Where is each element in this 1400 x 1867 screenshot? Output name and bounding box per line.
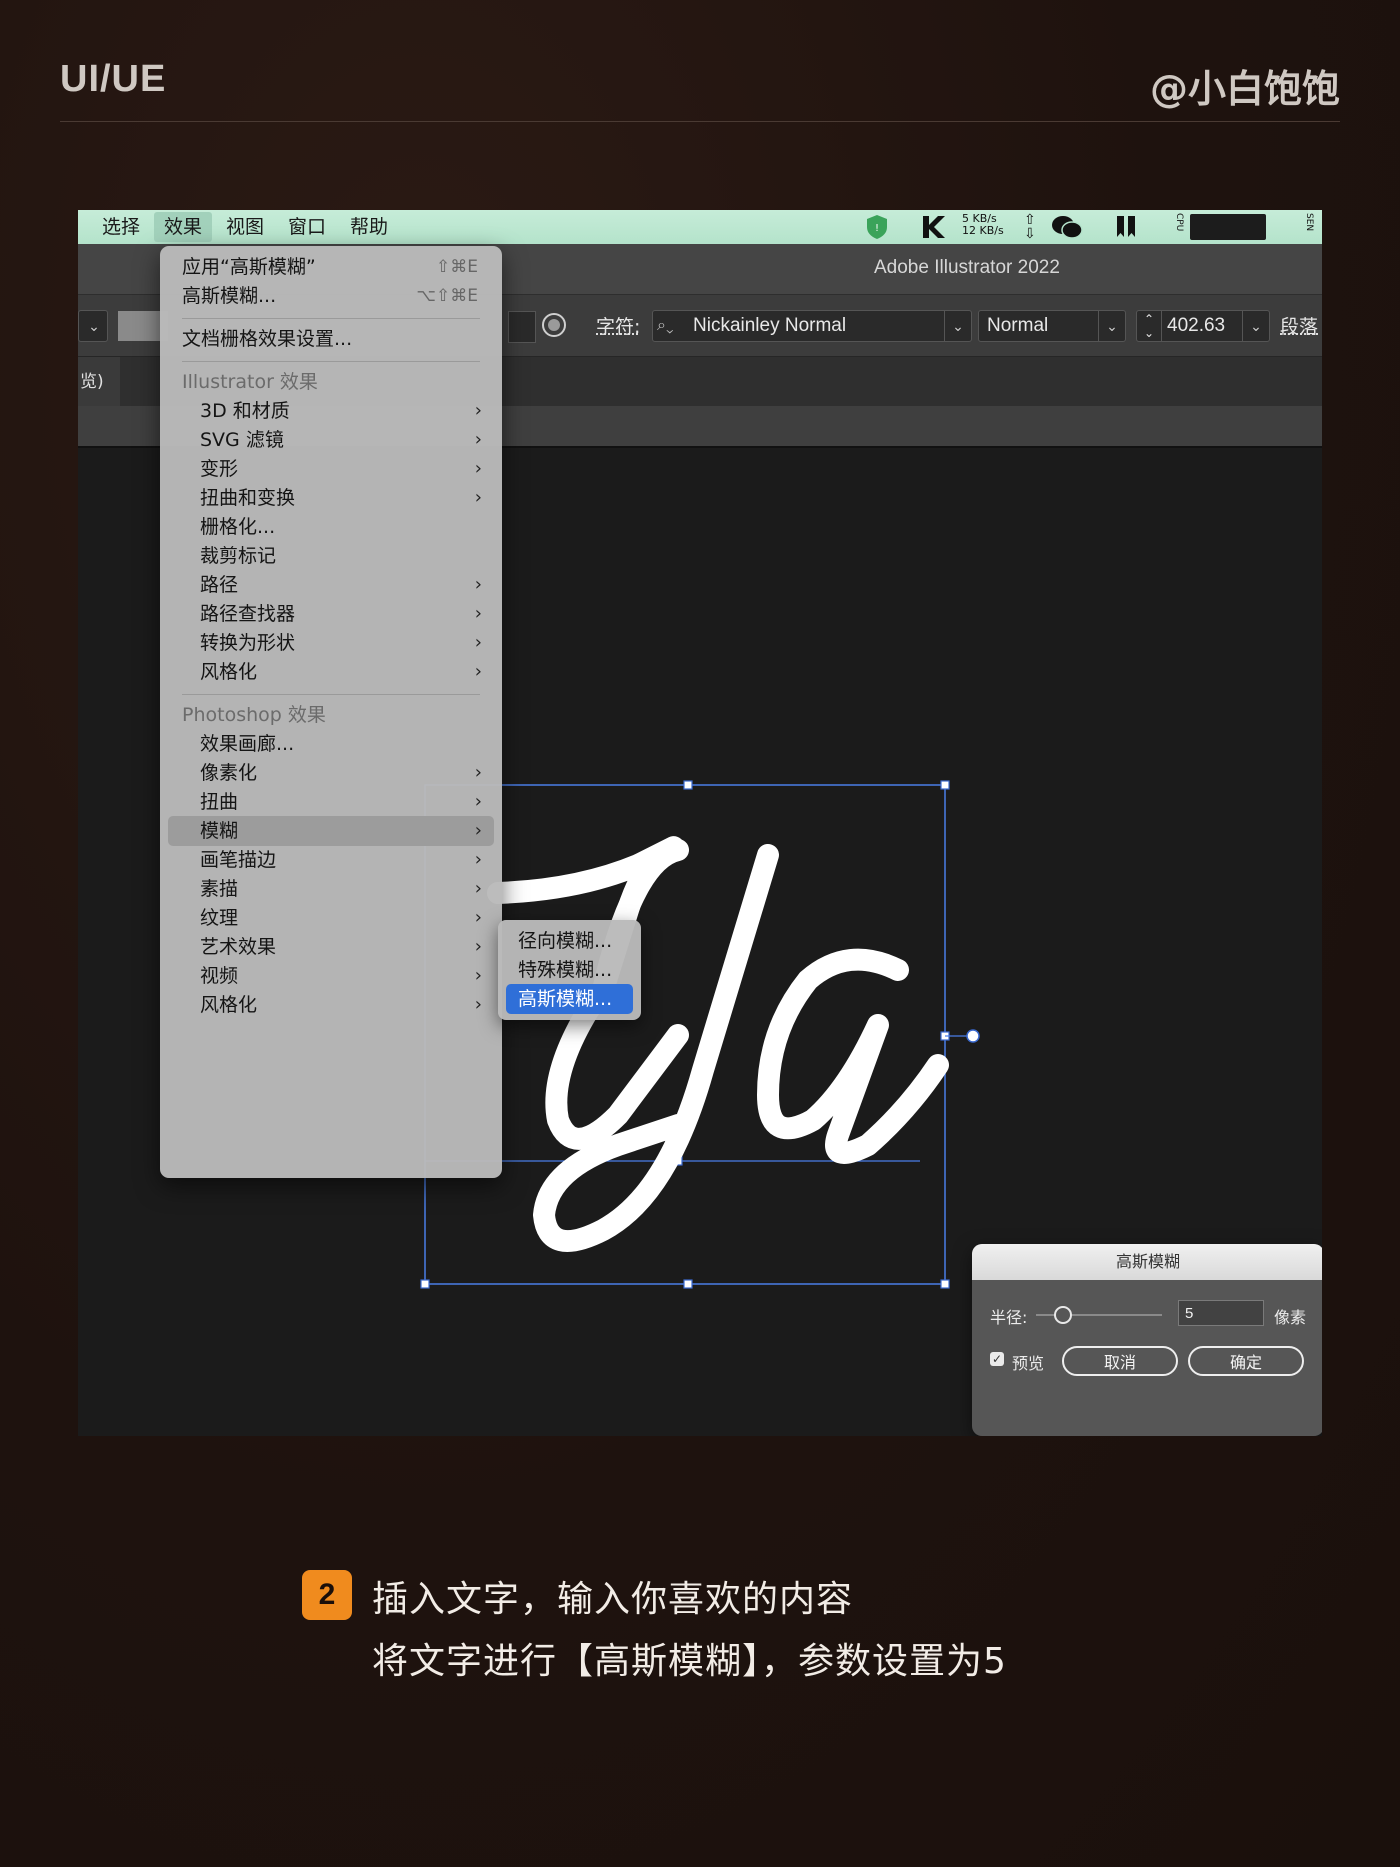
chevron-right-icon: › bbox=[474, 632, 482, 653]
menu-item-blur[interactable]: 模糊 › bbox=[168, 816, 494, 846]
menu-item-label: 变形 bbox=[200, 458, 239, 480]
menu-item-label: 转换为形状 bbox=[200, 632, 296, 654]
header-divider bbox=[60, 121, 1340, 122]
submenu-gaussian-blur[interactable]: 高斯模糊... bbox=[506, 984, 633, 1014]
chevron-right-icon: › bbox=[474, 820, 482, 841]
script-text-art bbox=[487, 836, 949, 1253]
menu-separator bbox=[182, 694, 480, 695]
menu-item-last-effect[interactable]: 高斯模糊... ⌥⇧⌘E bbox=[160, 281, 502, 311]
chevron-right-icon: › bbox=[474, 400, 482, 421]
menu-item-label: 文档栅格效果设置... bbox=[182, 328, 353, 350]
menu-item-label: 素描 bbox=[200, 878, 239, 900]
gaussian-blur-dialog: 高斯模糊 半径: 5 像素 ✓ 预览 取消 确定 bbox=[972, 1244, 1322, 1436]
submenu-smart-blur[interactable]: 特殊模糊... bbox=[506, 955, 633, 985]
effect-menu: 应用“高斯模糊” ⇧⌘E 高斯模糊... ⌥⇧⌘E 文档栅格效果设置... Il… bbox=[160, 246, 502, 1178]
menu-shortcut: ⇧⌘E bbox=[436, 257, 478, 277]
caption-line-1: 插入文字，输入你喜欢的内容 bbox=[372, 1579, 854, 1620]
menu-item-label: 扭曲 bbox=[200, 791, 239, 813]
chevron-right-icon: › bbox=[474, 965, 482, 986]
menu-item-label: 模糊 bbox=[200, 820, 239, 842]
menu-item-sketch[interactable]: 素描 › bbox=[160, 874, 502, 904]
menu-item-texture[interactable]: 纹理 › bbox=[160, 903, 502, 933]
rotate-handle[interactable] bbox=[966, 1029, 980, 1043]
chevron-right-icon: › bbox=[474, 878, 482, 899]
chevron-right-icon: › bbox=[474, 574, 482, 595]
menu-item-label: 风格化 bbox=[200, 994, 258, 1016]
menu-item-label: 画笔描边 bbox=[200, 849, 277, 871]
menu-item-label: 路径查找器 bbox=[200, 603, 296, 625]
menu-item-label: 视频 bbox=[200, 965, 239, 987]
menu-item-effect-gallery[interactable]: 效果画廊... bbox=[160, 729, 502, 759]
menu-item-path[interactable]: 路径 › bbox=[160, 570, 502, 600]
chevron-right-icon: › bbox=[474, 603, 482, 624]
step-number-badge: 2 bbox=[302, 1570, 352, 1620]
radius-unit: 像素 bbox=[1274, 1308, 1307, 1327]
chevron-right-icon: › bbox=[474, 936, 482, 957]
menu-item-artistic[interactable]: 艺术效果 › bbox=[160, 932, 502, 962]
preview-checkbox[interactable]: ✓ bbox=[990, 1352, 1004, 1366]
chevron-right-icon: › bbox=[474, 458, 482, 479]
chevron-right-icon: › bbox=[474, 994, 482, 1015]
menu-item-label: SVG 滤镜 bbox=[200, 429, 284, 451]
chevron-right-icon: › bbox=[474, 661, 482, 682]
illustrator-effects-header: Illustrator 效果 bbox=[160, 367, 502, 397]
ok-button[interactable]: 确定 bbox=[1188, 1346, 1304, 1376]
menu-item-label: 栅格化... bbox=[200, 516, 276, 538]
menu-item-doc-raster[interactable]: 文档栅格效果设置... bbox=[160, 324, 502, 354]
menu-separator bbox=[182, 318, 480, 319]
menu-item-video[interactable]: 视频 › bbox=[160, 961, 502, 991]
menu-item-rasterize[interactable]: 栅格化... bbox=[160, 512, 502, 542]
menu-item-label: 风格化 bbox=[200, 661, 258, 683]
radius-input[interactable]: 5 bbox=[1178, 1300, 1264, 1326]
menu-separator bbox=[182, 361, 480, 362]
section-header-label: Photoshop 效果 bbox=[182, 704, 326, 726]
chevron-right-icon: › bbox=[474, 429, 482, 450]
menu-item-distort-transform[interactable]: 扭曲和变换 › bbox=[160, 483, 502, 513]
menu-item-label: 扭曲和变换 bbox=[200, 487, 296, 509]
menu-item-apply-last[interactable]: 应用“高斯模糊” ⇧⌘E bbox=[160, 252, 502, 282]
section-header-label: Illustrator 效果 bbox=[182, 371, 318, 393]
chevron-right-icon: › bbox=[474, 849, 482, 870]
preview-label: 预览 bbox=[1012, 1354, 1045, 1373]
submenu-radial-blur[interactable]: 径向模糊... bbox=[506, 926, 633, 956]
menu-item-label: 3D 和材质 bbox=[200, 400, 290, 422]
menu-item-stylize-ai[interactable]: 风格化 › bbox=[160, 657, 502, 687]
menu-item-label: 纹理 bbox=[200, 907, 239, 929]
menu-item-label: 路径 bbox=[200, 574, 239, 596]
menu-item-label: 像素化 bbox=[200, 762, 258, 784]
menu-item-label: 应用“高斯模糊” bbox=[182, 256, 316, 278]
menu-item-convert-shape[interactable]: 转换为形状 › bbox=[160, 628, 502, 658]
radius-label: 半径: bbox=[990, 1308, 1028, 1327]
blur-submenu: 径向模糊... 特殊模糊... 高斯模糊... bbox=[498, 920, 641, 1020]
chevron-right-icon: › bbox=[474, 907, 482, 928]
chevron-right-icon: › bbox=[474, 791, 482, 812]
menu-item-distort[interactable]: 扭曲 › bbox=[160, 787, 502, 817]
radius-slider-knob[interactable] bbox=[1054, 1306, 1072, 1324]
author-label: @小白饱饱 bbox=[1149, 67, 1340, 111]
menu-item-label: 效果画廊... bbox=[200, 733, 295, 755]
dialog-title: 高斯模糊 bbox=[972, 1244, 1322, 1280]
menu-item-brush-strokes[interactable]: 画笔描边 › bbox=[160, 845, 502, 875]
brand-label: UI/UE bbox=[60, 58, 167, 100]
menu-shortcut: ⌥⇧⌘E bbox=[416, 286, 478, 306]
chevron-right-icon: › bbox=[474, 487, 482, 508]
menu-item-label: 裁剪标记 bbox=[200, 545, 277, 567]
menu-item-crop-marks[interactable]: 裁剪标记 bbox=[160, 541, 502, 571]
menu-item-stylize-ps[interactable]: 风格化 › bbox=[160, 990, 502, 1020]
menu-item-label: 高斯模糊... bbox=[182, 285, 277, 307]
menu-item-pixelate[interactable]: 像素化 › bbox=[160, 758, 502, 788]
menu-item-svg-filters[interactable]: SVG 滤镜 › bbox=[160, 425, 502, 455]
menu-item-warp[interactable]: 变形 › bbox=[160, 454, 502, 484]
menu-item-3d[interactable]: 3D 和材质 › bbox=[160, 396, 502, 426]
menu-item-pathfinder[interactable]: 路径查找器 › bbox=[160, 599, 502, 629]
cancel-button[interactable]: 取消 bbox=[1062, 1346, 1178, 1376]
caption-line-2: 将文字进行【高斯模糊】，参数设置为5 bbox=[372, 1641, 1007, 1682]
menu-item-label: 艺术效果 bbox=[200, 936, 277, 958]
illustrator-screenshot: 选择 效果 视图 窗口 帮助 ! 5 KB/s 12 KB/s ⇧ ⇩ CPU S… bbox=[78, 210, 1322, 1436]
photoshop-effects-header: Photoshop 效果 bbox=[160, 700, 502, 730]
chevron-right-icon: › bbox=[474, 762, 482, 783]
